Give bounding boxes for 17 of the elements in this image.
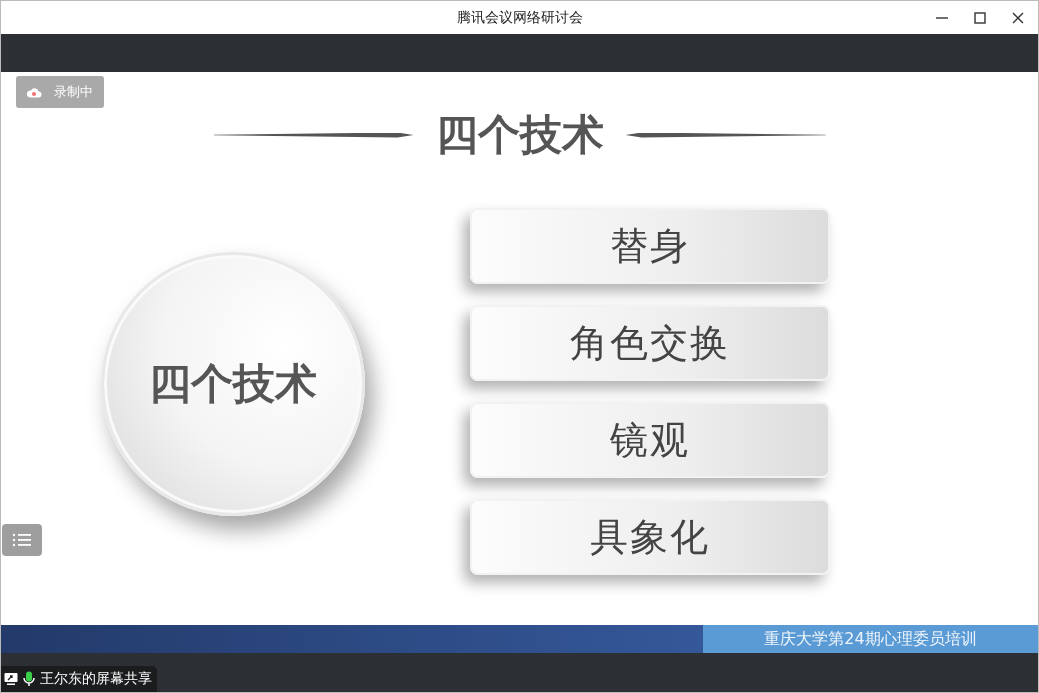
maximize-icon: [973, 11, 987, 25]
footer-label: 重庆大学第24期心理委员培训: [703, 625, 1038, 653]
recording-badge[interactable]: 录制中: [16, 76, 104, 108]
list-icon: [12, 532, 32, 548]
technique-card: 镜观: [470, 402, 830, 478]
slide-title: 四个技术: [435, 109, 604, 161]
cloud-icon: [26, 86, 42, 98]
close-icon: [1011, 11, 1025, 25]
technique-card: 替身: [470, 208, 830, 284]
technique-card: 角色交换: [470, 305, 830, 381]
window-title: 腾讯会议网络研讨会: [456, 8, 583, 27]
screen-share-label: 王尔东的屏幕共享: [40, 670, 152, 688]
circle-label: 四个技术: [149, 358, 317, 410]
recording-label: 录制中: [54, 83, 93, 101]
screen-share-icon: [4, 672, 18, 686]
list-button[interactable]: [2, 524, 42, 556]
technique-card: 具象化: [470, 499, 830, 575]
